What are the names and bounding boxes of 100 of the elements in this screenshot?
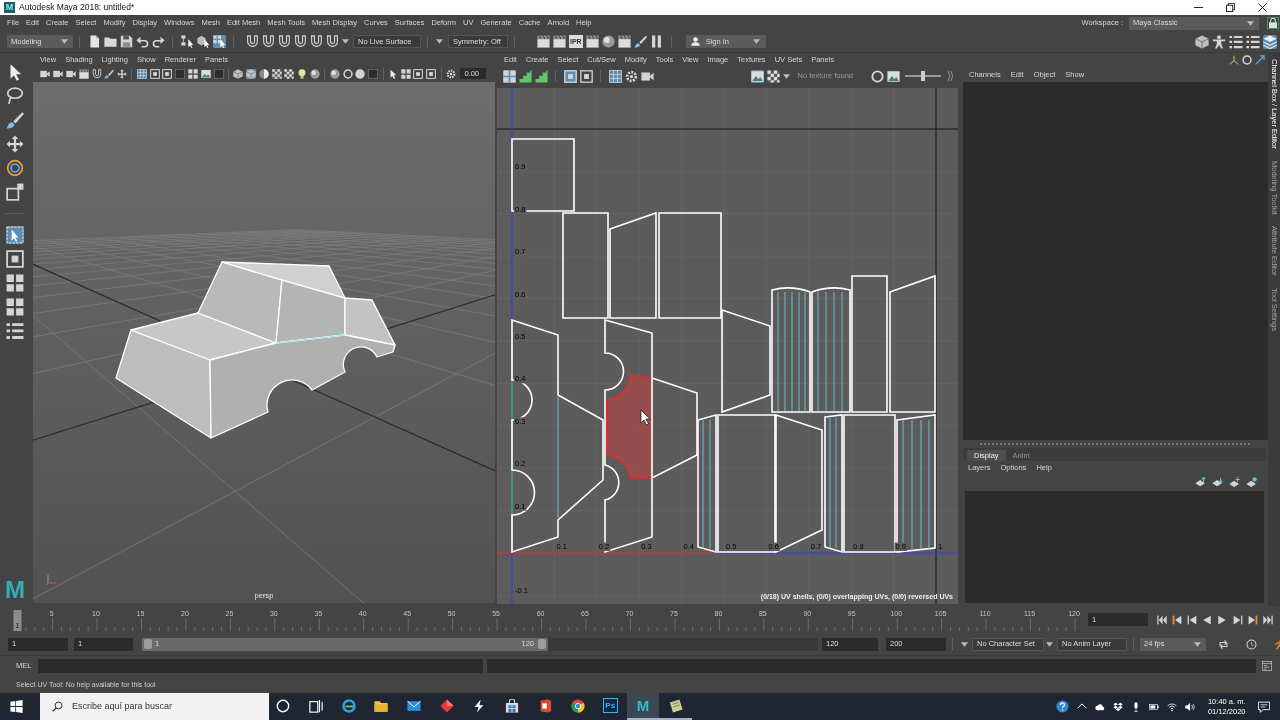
magnet-icon[interactable] [293, 35, 307, 48]
cloud-icon[interactable] [1095, 701, 1106, 712]
caret-icon[interactable] [435, 39, 443, 44]
four-panes-icon[interactable] [10, 700, 23, 713]
video-camera-icon[interactable] [53, 68, 64, 79]
scale-icon[interactable] [6, 183, 24, 201]
move-icon[interactable] [6, 135, 24, 153]
layers-icon[interactable] [1262, 34, 1277, 49]
four-squares-icon[interactable] [6, 298, 24, 316]
rotate-icon[interactable] [6, 159, 24, 177]
picture-icon[interactable] [886, 69, 900, 83]
uv-select-icon[interactable] [6, 226, 24, 244]
loop-icon[interactable] [1217, 638, 1229, 650]
picture-icon[interactable] [200, 68, 211, 79]
range-handle-icon[interactable] [538, 639, 546, 649]
brush-icon[interactable] [634, 35, 648, 48]
clapperboard-icon[interactable] [586, 35, 600, 48]
command-input[interactable] [38, 659, 484, 673]
ring-icon[interactable] [342, 68, 353, 79]
list-icon[interactable] [1245, 34, 1260, 49]
grid-icon[interactable] [136, 68, 147, 79]
layer-arrow-down-icon[interactable] [1211, 476, 1223, 488]
person-icon[interactable] [1211, 34, 1226, 49]
checker-icon[interactable] [767, 69, 781, 83]
caret-icon[interactable] [60, 39, 68, 44]
step-back-key-icon[interactable] [1171, 614, 1182, 625]
magnet-icon[interactable] [91, 68, 102, 79]
layer-arrow-up-icon[interactable] [1194, 476, 1206, 488]
play-icon[interactable] [1217, 614, 1228, 625]
brush-icon[interactable] [6, 111, 24, 129]
square-frame-icon[interactable] [162, 68, 173, 79]
sphere-icon[interactable] [329, 68, 340, 79]
caret-icon[interactable] [1246, 20, 1254, 26]
light-bulb-icon[interactable] [297, 68, 308, 79]
layer-dot-icon[interactable] [1245, 476, 1257, 488]
slider-thumb[interactable] [921, 71, 925, 81]
ring-icon[interactable] [870, 69, 884, 83]
caret-icon[interactable] [1193, 641, 1201, 647]
gear-icon[interactable] [624, 69, 638, 83]
clapperboard-icon[interactable] [78, 68, 89, 79]
component-select-icon[interactable] [212, 35, 226, 48]
ring-icon[interactable] [1241, 55, 1252, 65]
square-icon[interactable] [368, 68, 379, 79]
restore-icon[interactable] [1225, 3, 1235, 12]
script-editor-icon[interactable] [1262, 661, 1273, 671]
clock-icon[interactable] [1245, 638, 1257, 650]
magnet-icon[interactable] [277, 35, 291, 48]
file-icon[interactable] [87, 35, 101, 48]
search-field[interactable]: Escribe aquí para buscar [40, 693, 269, 720]
folder-icon[interactable] [103, 35, 117, 48]
stairs-icon[interactable] [534, 69, 548, 83]
axes-icon[interactable] [1228, 55, 1239, 65]
open-box-icon[interactable] [1113, 701, 1124, 712]
square-frame-icon[interactable] [426, 68, 437, 79]
undo-icon[interactable] [135, 35, 149, 48]
clapperboard-icon[interactable] [618, 35, 632, 48]
pause-icon[interactable] [650, 35, 664, 48]
close-icon[interactable] [1257, 3, 1267, 12]
double-chevron-icon[interactable] [946, 70, 953, 82]
hierarchy-select-icon[interactable] [180, 35, 194, 48]
speaker-icon[interactable] [1185, 701, 1196, 712]
taskbar-button[interactable]: M [626, 693, 660, 720]
square-frame-icon[interactable] [149, 68, 160, 79]
taskbar-button[interactable]: Ps [593, 693, 627, 720]
skip-to-end-icon[interactable] [1262, 614, 1273, 625]
sphere-icon[interactable] [310, 68, 320, 79]
four-squares-icon[interactable] [400, 68, 411, 79]
stairs-icon[interactable] [518, 69, 532, 83]
range-handle-icon[interactable] [144, 639, 152, 649]
redo-icon[interactable] [151, 35, 165, 48]
play-backward-icon[interactable] [1202, 614, 1213, 625]
caret-icon[interactable] [960, 641, 968, 647]
caret-icon[interactable] [341, 39, 349, 44]
step-back-icon[interactable] [1186, 614, 1197, 625]
layer-plus-icon[interactable] [1228, 476, 1240, 488]
lasso-icon[interactable] [6, 87, 24, 105]
object-select-icon[interactable] [196, 35, 210, 48]
picture-icon[interactable] [751, 69, 765, 83]
resize-handle[interactable] [979, 443, 1250, 445]
skip-to-start-icon[interactable] [1156, 614, 1167, 625]
save-icon[interactable] [119, 35, 133, 48]
half-shaded-circle-icon[interactable] [258, 68, 269, 79]
four-squares-icon[interactable] [188, 68, 198, 79]
magnet-icon[interactable] [325, 35, 339, 48]
speech-bubble-icon[interactable] [1258, 700, 1270, 713]
wifi-icon[interactable] [1167, 701, 1178, 712]
magnet-icon[interactable] [309, 35, 323, 48]
video-camera-icon[interactable] [640, 69, 654, 83]
checker-icon[interactable] [271, 68, 282, 79]
caret-icon[interactable] [1045, 641, 1053, 647]
step-forward-key-icon[interactable] [1247, 614, 1258, 625]
magnet-icon[interactable] [261, 35, 275, 48]
clapperboard-icon[interactable] [536, 35, 550, 48]
four-squares-icon[interactable] [6, 274, 24, 292]
step-forward-icon[interactable] [1232, 614, 1243, 625]
cube-icon[interactable] [246, 68, 257, 79]
battery-icon[interactable] [1149, 701, 1160, 712]
list-icon[interactable] [6, 322, 24, 340]
sphere-icon[interactable] [602, 35, 616, 48]
video-camera-icon[interactable] [40, 68, 51, 79]
